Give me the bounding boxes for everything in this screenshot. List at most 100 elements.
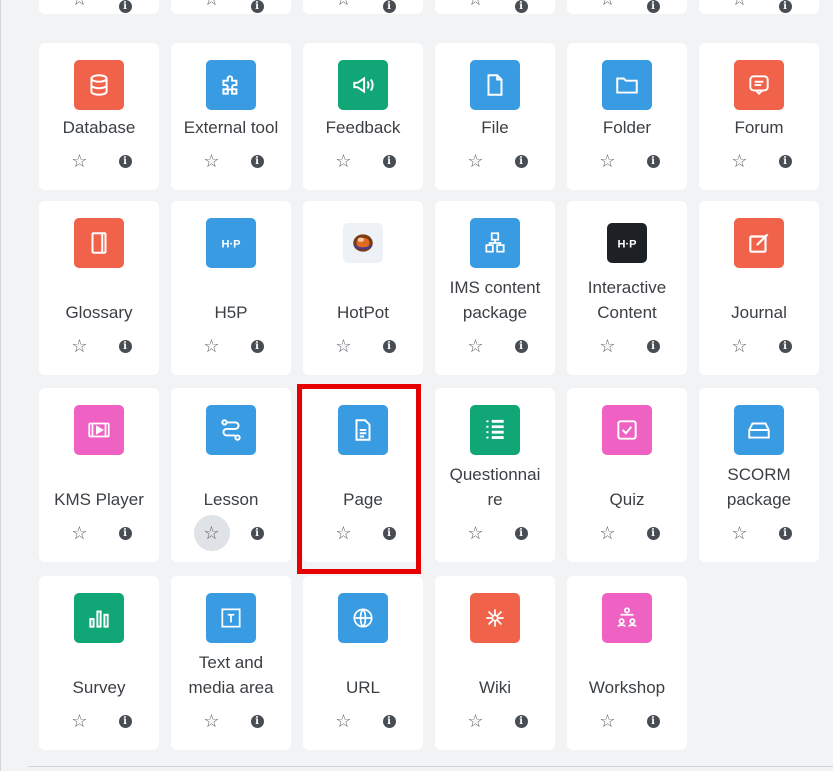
info-icon[interactable]: i <box>514 0 528 13</box>
star-icon[interactable]: ☆ <box>595 520 621 546</box>
activity-tile-partial[interactable]: ☆i <box>567 0 687 14</box>
activity-label: Wiki <box>478 678 512 697</box>
activity-tile-scorm-package[interactable]: SCORM package ☆ i <box>699 388 819 562</box>
star-icon[interactable]: ☆ <box>331 148 357 174</box>
activity-actions: ☆i <box>435 148 555 174</box>
star-icon[interactable]: ☆ <box>331 333 357 359</box>
activity-tile-file[interactable]: File ☆ i <box>435 43 555 190</box>
info-icon[interactable]: i <box>250 339 264 353</box>
activity-tile-external-tool[interactable]: External tool ☆ i <box>171 43 291 190</box>
info-icon[interactable]: i <box>250 526 264 540</box>
folder-icon <box>602 60 652 110</box>
star-icon[interactable]: ☆ <box>727 520 753 546</box>
info-icon[interactable]: i <box>118 154 132 168</box>
activity-tile-feedback[interactable]: Feedback ☆ i <box>303 43 423 190</box>
activity-tile-partial[interactable]: ☆i <box>699 0 819 14</box>
info-icon[interactable]: i <box>778 154 792 168</box>
activity-tile-journal[interactable]: Journal ☆ i <box>699 201 819 375</box>
star-icon[interactable]: ☆ <box>463 708 489 734</box>
info-icon[interactable]: i <box>646 714 660 728</box>
info-icon[interactable]: i <box>250 714 264 728</box>
activity-actions: ☆i <box>303 0 423 19</box>
info-icon[interactable]: i <box>382 154 396 168</box>
info-icon[interactable]: i <box>382 526 396 540</box>
star-icon[interactable]: ☆ <box>595 148 621 174</box>
star-icon[interactable]: ☆ <box>331 520 357 546</box>
star-icon[interactable]: ☆ <box>727 148 753 174</box>
star-icon[interactable]: ☆ <box>199 148 225 174</box>
activity-tile-kms-player[interactable]: KMS Player ☆ i <box>39 388 159 562</box>
star-icon[interactable]: ☆ <box>67 148 93 174</box>
info-icon[interactable]: i <box>646 154 660 168</box>
divider <box>28 766 833 767</box>
info-icon[interactable]: i <box>250 154 264 168</box>
activity-tile-quiz[interactable]: Quiz ☆ i <box>567 388 687 562</box>
star-icon[interactable]: ☆ <box>67 333 93 359</box>
star-icon[interactable]: ☆ <box>193 515 230 551</box>
star-icon[interactable]: ☆ <box>595 708 621 734</box>
activity-tile-partial[interactable]: ☆i <box>303 0 423 14</box>
info-icon[interactable]: i <box>646 339 660 353</box>
info-icon[interactable]: i <box>514 339 528 353</box>
info-icon[interactable]: i <box>118 526 132 540</box>
star-icon[interactable]: ☆ <box>463 148 489 174</box>
activity-label: Quiz <box>609 490 645 509</box>
activity-tile-survey[interactable]: Survey ☆ i <box>39 576 159 750</box>
info-icon[interactable]: i <box>778 0 792 13</box>
info-icon[interactable]: i <box>514 526 528 540</box>
info-icon[interactable]: i <box>514 154 528 168</box>
activity-tile-url[interactable]: URL ☆ i <box>303 576 423 750</box>
activity-tile-ims-content-package[interactable]: IMS content package ☆ i <box>435 201 555 375</box>
info-icon[interactable]: i <box>778 526 792 540</box>
info-icon[interactable]: i <box>118 714 132 728</box>
star-icon[interactable]: ☆ <box>727 333 753 359</box>
activity-tile-partial[interactable]: ☆i <box>171 0 291 14</box>
info-icon[interactable]: i <box>382 714 396 728</box>
star-icon[interactable]: ☆ <box>199 333 225 359</box>
star-icon[interactable]: ☆ <box>727 0 753 19</box>
activity-tile-database[interactable]: Database ☆ i <box>39 43 159 190</box>
activity-actions: ☆i <box>39 333 159 359</box>
activity-tile-text-and-media-area[interactable]: Text and media area ☆ i <box>171 576 291 750</box>
activity-tile-glossary[interactable]: Glossary ☆ i <box>39 201 159 375</box>
database-icon <box>74 60 124 110</box>
activity-tile-interactive-content[interactable]: H·P Interactive Content ☆ i <box>567 201 687 375</box>
activity-tile-lesson[interactable]: Lesson ☆ i <box>171 388 291 562</box>
info-icon[interactable]: i <box>118 339 132 353</box>
workshop-icon <box>602 593 652 643</box>
activity-actions: ☆i <box>699 0 819 19</box>
activity-tile-partial[interactable]: ☆i <box>435 0 555 14</box>
star-icon[interactable]: ☆ <box>199 0 225 19</box>
star-icon[interactable]: ☆ <box>67 708 93 734</box>
star-icon[interactable]: ☆ <box>595 0 621 19</box>
star-icon[interactable]: ☆ <box>331 708 357 734</box>
info-icon[interactable]: i <box>646 526 660 540</box>
info-icon[interactable]: i <box>778 339 792 353</box>
info-icon[interactable]: i <box>118 0 132 13</box>
activity-tile-forum[interactable]: Forum ☆ i <box>699 43 819 190</box>
star-icon[interactable]: ☆ <box>199 708 225 734</box>
info-icon[interactable]: i <box>646 0 660 13</box>
activity-tile-partial[interactable]: ☆i <box>39 0 159 14</box>
info-icon[interactable]: i <box>250 0 264 13</box>
info-icon[interactable]: i <box>382 339 396 353</box>
activity-tile-hotpot[interactable]: HotPot ☆ i <box>303 201 423 375</box>
star-icon[interactable]: ☆ <box>463 0 489 19</box>
activity-tile-wiki[interactable]: Wiki ☆ i <box>435 576 555 750</box>
activity-tile-workshop[interactable]: Workshop ☆ i <box>567 576 687 750</box>
info-icon[interactable]: i <box>382 0 396 13</box>
activity-tile-h5p[interactable]: H·P H5P ☆ i <box>171 201 291 375</box>
star-icon[interactable]: ☆ <box>463 333 489 359</box>
activity-actions: ☆i <box>699 333 819 359</box>
star-icon[interactable]: ☆ <box>595 333 621 359</box>
star-icon[interactable]: ☆ <box>331 0 357 19</box>
activity-actions: ☆i <box>699 148 819 174</box>
activity-tile-page[interactable]: Page ☆ i <box>303 388 423 562</box>
star-icon[interactable]: ☆ <box>67 0 93 19</box>
info-icon[interactable]: i <box>514 714 528 728</box>
hotpot-icon <box>343 223 383 263</box>
activity-tile-folder[interactable]: Folder ☆ i <box>567 43 687 190</box>
star-icon[interactable]: ☆ <box>463 520 489 546</box>
star-icon[interactable]: ☆ <box>67 520 93 546</box>
activity-tile-questionnai-re[interactable]: Questionnai re ☆ i <box>435 388 555 562</box>
